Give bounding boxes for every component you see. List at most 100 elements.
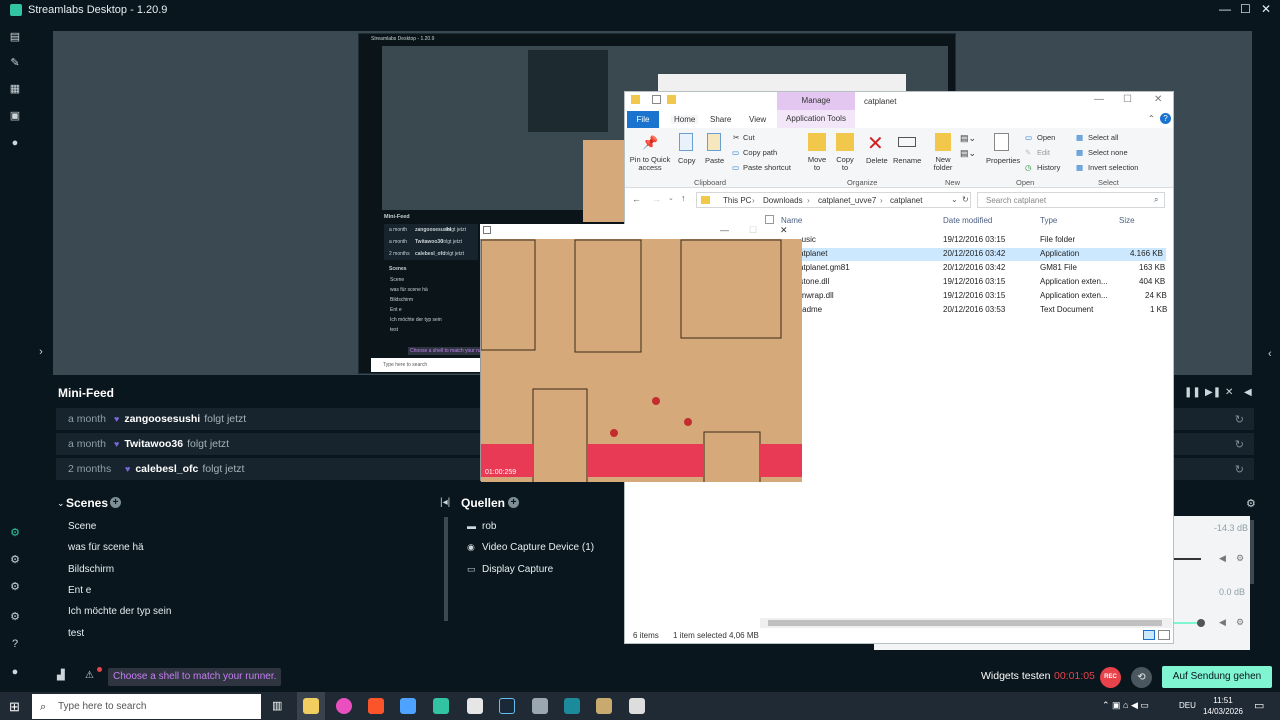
copy-path-button[interactable]: Copy path (743, 148, 777, 157)
scene-transitions-icon[interactable]: |◂| (440, 497, 450, 508)
move-to-button[interactable]: Move to (806, 156, 828, 172)
taskbar-clock[interactable]: 11:51 14/03/2026 (1200, 695, 1246, 717)
mute-alerts-icon[interactable]: ✕ (1225, 387, 1233, 398)
scene-item[interactable]: Ich möchte der typ sein (68, 606, 171, 617)
rename-button[interactable]: Rename (893, 156, 921, 165)
tab-share[interactable]: Share (710, 115, 731, 124)
scene-item[interactable]: test (68, 628, 84, 639)
invert-selection-button[interactable]: Invert selection (1088, 163, 1138, 172)
app-taskbar-icon[interactable] (336, 698, 352, 714)
minimize-button[interactable]: — (1219, 2, 1231, 16)
open-button[interactable]: Open (1037, 133, 1055, 142)
feed-user[interactable]: Twitawoo36 (124, 438, 183, 450)
tab-file[interactable]: File (627, 111, 659, 128)
breadcrumb-current[interactable]: catplanet (890, 196, 922, 205)
scenes-scrollbar[interactable] (444, 517, 448, 621)
volume-knob[interactable] (1197, 619, 1205, 627)
new-folder-button[interactable]: New folder (932, 156, 954, 172)
speaker-icon[interactable]: ◀ (1219, 553, 1226, 564)
test-widgets-button[interactable]: Widgets testen (981, 670, 1050, 682)
up-icon[interactable]: ↑ (681, 193, 686, 203)
replay-alert-icon[interactable]: ↻ (1235, 463, 1244, 476)
play-icon[interactable]: ● (9, 137, 21, 149)
tab-manage[interactable]: Manage (777, 92, 855, 110)
game-close-button[interactable]: ✕ (780, 225, 788, 236)
maximize-button[interactable]: ☐ (1240, 2, 1251, 16)
explorer-search[interactable]: Search catplanet ⌕ (977, 192, 1165, 208)
gear-icon[interactable]: ⚙ (9, 611, 21, 623)
close-button[interactable]: ✕ (1261, 2, 1271, 16)
column-type[interactable]: Type (1040, 216, 1057, 225)
task-view-icon[interactable]: ▥ (272, 699, 282, 712)
collapse-scenes-icon[interactable]: ⌄ (57, 498, 65, 509)
refresh-icon[interactable]: ↻ (962, 195, 969, 204)
expand-left-icon[interactable]: › (35, 346, 47, 358)
volume-icon[interactable]: ◀ (1244, 387, 1252, 398)
scene-item[interactable]: Scene (68, 521, 96, 532)
source-item[interactable]: rob (482, 521, 496, 532)
column-size[interactable]: Size (1119, 216, 1135, 225)
mixer-scrollbar[interactable] (1250, 520, 1254, 584)
expand-right-icon[interactable]: ‹ (1268, 348, 1272, 360)
new-folder-qat-icon[interactable] (667, 95, 676, 104)
go-live-button[interactable]: Auf Sendung gehen (1162, 666, 1272, 688)
copy-to-button[interactable]: Copy to (834, 156, 856, 172)
scene-item[interactable]: Bildschirm (68, 564, 114, 575)
forward-icon[interactable]: → (652, 194, 661, 204)
source-item[interactable]: Display Capture (482, 564, 553, 575)
details-view-icon[interactable] (1143, 630, 1155, 640)
editor-icon[interactable]: ▤ (9, 31, 21, 43)
paste-button[interactable]: Paste (705, 156, 724, 165)
explorer-close-button[interactable]: ✕ (1154, 94, 1162, 105)
breadcrumb-folder[interactable]: catplanet_uvve7 (818, 196, 876, 205)
game-maximize-button[interactable]: ☐ (749, 225, 757, 236)
tab-home[interactable]: Home (671, 115, 699, 124)
brave-taskbar-icon[interactable] (368, 698, 384, 714)
file-row[interactable]: ustone.dll 19/12/2016 03:15 Application … (758, 276, 1166, 289)
taskbar-search[interactable]: Type here to search (32, 694, 261, 719)
explorer-maximize-button[interactable]: ☐ (1123, 94, 1132, 105)
replay-buffer-icon[interactable]: ⟲ (1131, 667, 1152, 688)
replay-alert-icon[interactable]: ↻ (1235, 438, 1244, 451)
back-icon[interactable]: ← (632, 194, 641, 204)
add-source-button[interactable]: + (508, 497, 519, 508)
settings-icon[interactable]: ⚙ (9, 581, 21, 593)
cut-button[interactable]: Cut (743, 133, 755, 142)
alert-icon[interactable]: ⚠ (85, 670, 94, 681)
tools-icon[interactable]: ⚙ (9, 554, 21, 566)
game-minimize-button[interactable]: — (720, 225, 729, 235)
tab-view[interactable]: View (749, 115, 766, 124)
add-scene-button[interactable]: + (110, 497, 121, 508)
mixer-settings-icon[interactable]: ⚙ (1246, 497, 1256, 510)
prime-icon[interactable]: ⚙ (9, 527, 21, 539)
file-row-selected[interactable]: catplanet 20/12/2016 03:42 Application 4… (758, 248, 1166, 261)
pin-quick-access-button[interactable]: Pin to Quick access (629, 156, 671, 172)
history-button[interactable]: History (1037, 163, 1060, 172)
delete-button[interactable]: Delete (866, 156, 888, 165)
scroll-thumb[interactable] (768, 620, 1162, 626)
speaker-icon[interactable]: ◀ (1219, 617, 1226, 628)
notifications-icon[interactable]: ▭ (1254, 699, 1264, 712)
streamlabs-taskbar-icon[interactable] (433, 698, 449, 714)
language-indicator[interactable]: DEU (1179, 701, 1196, 710)
record-button[interactable]: REC (1100, 667, 1121, 688)
help-icon[interactable]: ? (9, 638, 21, 650)
select-all-checkbox[interactable] (765, 215, 774, 224)
layout-icon[interactable]: ▣ (9, 110, 21, 122)
audio-settings-icon[interactable]: ⚙ (1236, 617, 1244, 628)
breadcrumb-this-pc[interactable]: This PC (723, 196, 751, 205)
edit-button[interactable]: Edit (1037, 148, 1050, 157)
tip-banner[interactable]: Choose a shell to match your runner. (108, 668, 282, 686)
new-item-icon[interactable]: ▤⌄ (960, 133, 976, 144)
media-taskbar-icon[interactable] (596, 698, 612, 714)
app-taskbar-icon-3[interactable] (564, 698, 580, 714)
replay-alert-icon[interactable]: ↻ (1235, 413, 1244, 426)
app-taskbar-icon-2[interactable] (532, 698, 548, 714)
easy-access-icon[interactable]: ▤⌄ (960, 148, 976, 159)
select-all-button[interactable]: Select all (1088, 133, 1118, 142)
recent-locations-icon[interactable]: ⌄ (668, 194, 674, 202)
audio-settings-icon[interactable]: ⚙ (1236, 553, 1244, 564)
editor-taskbar-icon[interactable] (400, 698, 416, 714)
column-date[interactable]: Date modified (943, 216, 992, 225)
file-row[interactable]: readme 20/12/2016 03:53 Text Document 1 … (758, 304, 1167, 317)
